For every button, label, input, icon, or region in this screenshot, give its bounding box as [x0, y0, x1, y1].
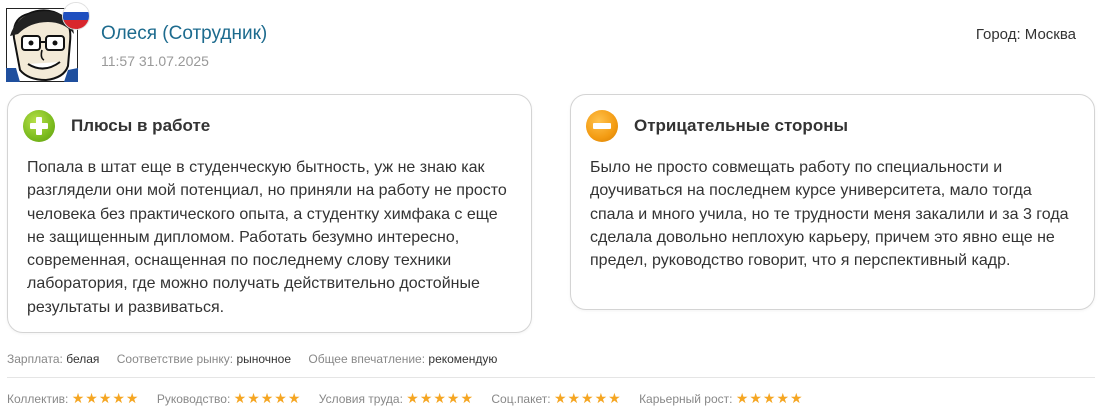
- plus-icon: [23, 110, 55, 142]
- rating-label: Условия труда:: [318, 392, 403, 406]
- pros-card: Плюсы в работе Попала в штат еще в студе…: [7, 94, 532, 333]
- cons-text: Было не просто совмещать работу по специ…: [590, 159, 1069, 270]
- stat-market: Соответствие рынку: рыночное: [117, 352, 295, 366]
- city-label: Город: Москва: [975, 26, 1076, 43]
- rating-team: Коллектив: ★★★★★: [7, 390, 139, 407]
- divider: [7, 377, 1095, 378]
- star-rating-icon: ★★★★★: [71, 390, 140, 406]
- rating-label: Соц.пакет:: [491, 392, 551, 406]
- rating-label: Карьерный рост:: [639, 392, 733, 406]
- stat-value: рекомендую: [428, 352, 498, 366]
- stat-label: Соответствие рынку:: [116, 352, 234, 366]
- rating-conditions: Условия труда: ★★★★★: [319, 390, 474, 407]
- stat-salary: Зарплата: белая: [7, 352, 103, 366]
- cons-title: Отрицательные стороны: [634, 116, 848, 135]
- star-rating-icon: ★★★★★: [735, 390, 804, 406]
- stat-value: белая: [66, 352, 100, 366]
- cons-card: Отрицательные стороны Было не просто сов…: [570, 94, 1095, 310]
- stat-label: Общее впечатление:: [308, 352, 426, 366]
- rating-benefits: Соц.пакет: ★★★★★: [491, 390, 621, 407]
- rating-management: Руководство: ★★★★★: [157, 390, 302, 407]
- stat-label: Зарплата:: [7, 352, 63, 366]
- star-rating-icon: ★★★★★: [233, 390, 302, 406]
- minus-icon: [586, 110, 618, 142]
- pros-text: Попала в штат еще в студенческую бытност…: [27, 159, 507, 316]
- stat-value: рыночное: [236, 352, 292, 366]
- stat-impression: Общее впечатление: рекомендую: [308, 352, 497, 366]
- rating-label: Коллектив:: [7, 392, 69, 406]
- flag-stripe-blue: [63, 11, 89, 21]
- star-rating-icon: ★★★★★: [406, 390, 475, 406]
- star-rating-icon: ★★★★★: [553, 390, 622, 406]
- rating-career: Карьерный рост: ★★★★★: [639, 390, 804, 407]
- flag-stripe-white: [63, 3, 89, 12]
- ratings-row: Коллектив: ★★★★★ Руководство: ★★★★★ Усло…: [7, 390, 818, 407]
- stats-row: Зарплата: белая Соответствие рынку: рыно…: [7, 352, 511, 366]
- author-name[interactable]: Олеся (Сотрудник): [101, 23, 267, 45]
- review-date: 11:57 31.07.2025: [101, 53, 209, 69]
- pros-title: Плюсы в работе: [71, 116, 211, 135]
- russia-flag-icon: [62, 2, 90, 30]
- rating-label: Руководство:: [156, 392, 231, 406]
